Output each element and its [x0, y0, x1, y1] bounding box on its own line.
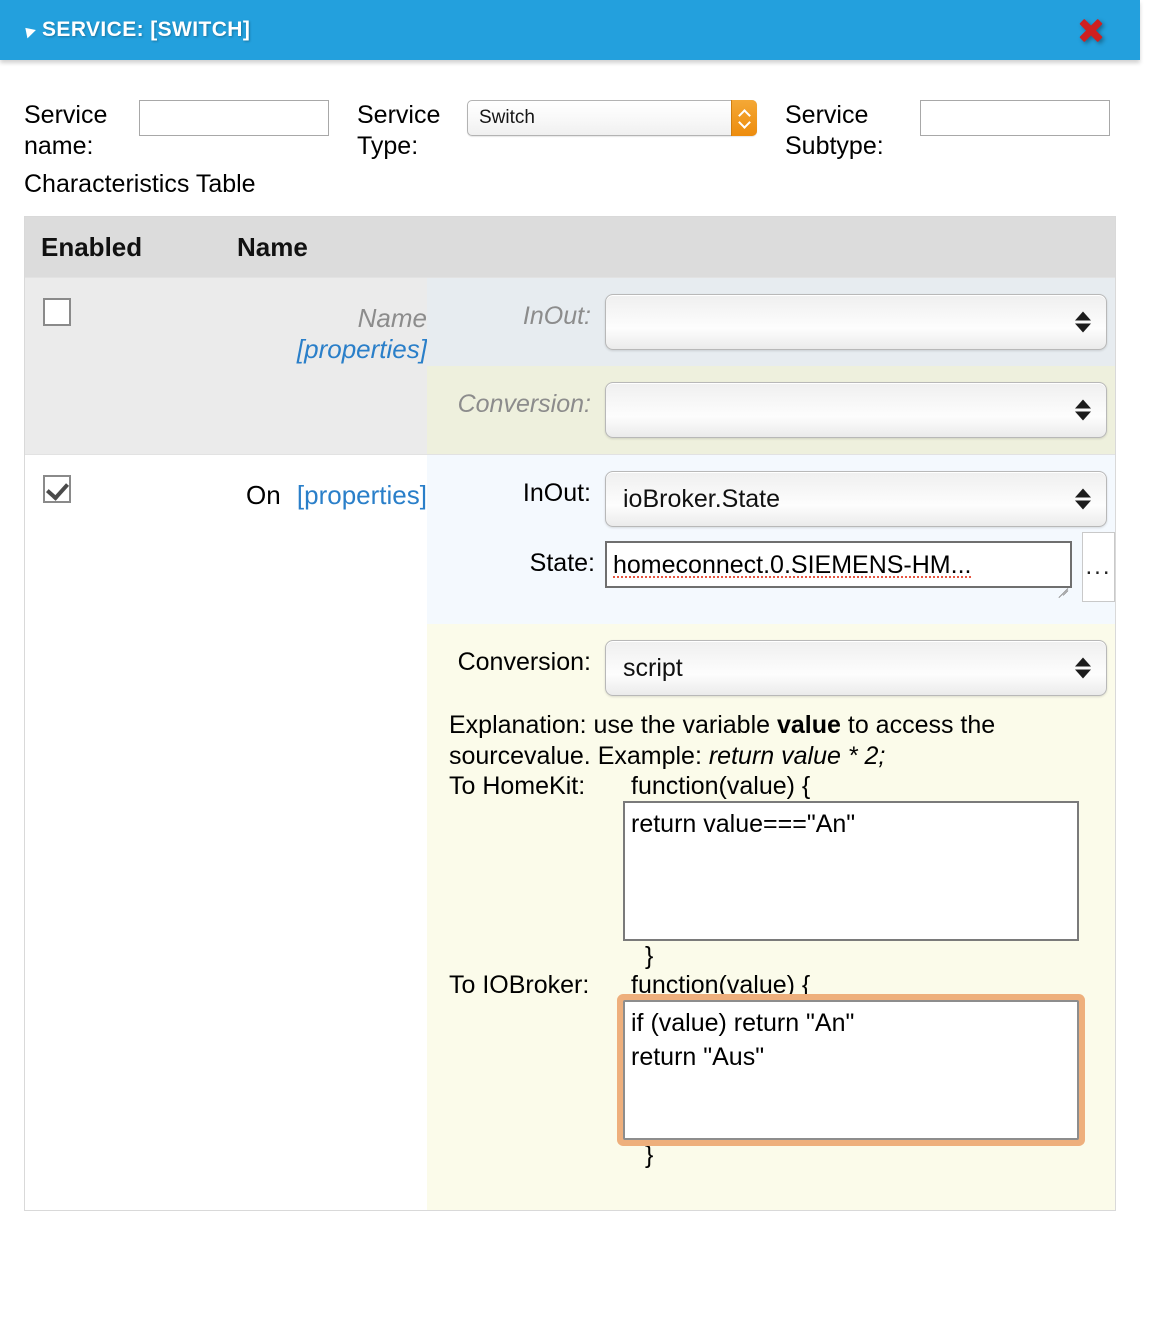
service-subtype-input[interactable] [920, 100, 1110, 136]
chevron-down-icon [739, 119, 750, 126]
column-header-enabled: Enabled [41, 231, 143, 262]
inout-block: InOut: ioBroker.State State: homeconnect… [427, 455, 1115, 624]
triangle-up-icon [1075, 311, 1091, 321]
to-iobroker-editor-wrap [427, 1000, 1101, 1140]
to-homekit-code-input[interactable] [623, 801, 1079, 941]
inout-stepper-icon[interactable] [1075, 311, 1091, 333]
row-enabled-cell [25, 278, 237, 454]
inout-value: ioBroker.State [623, 484, 781, 513]
row-enabled-checkbox[interactable] [43, 475, 71, 503]
conversion-select[interactable] [605, 382, 1107, 438]
row-properties-link[interactable]: [properties] [297, 480, 427, 510]
state-browse-button[interactable]: ... [1082, 532, 1115, 602]
explanation-example: return value * 2; [708, 742, 886, 770]
explanation-variable: value [777, 711, 841, 739]
state-row: State: ... [427, 531, 1115, 624]
service-type-select[interactable]: Switch [467, 100, 757, 136]
to-homekit-signature-line: To HomeKit: function(value) { [427, 772, 1101, 801]
inout-select[interactable]: ioBroker.State [605, 471, 1107, 527]
triangle-up-icon [1075, 399, 1091, 409]
row-name-cell: Name [properties] [237, 278, 427, 454]
row-name-cell: On [properties] [237, 455, 427, 1210]
conversion-select[interactable]: script [605, 640, 1107, 696]
to-iobroker-label: To IOBroker: [449, 971, 590, 999]
conversion-label: Conversion: [457, 390, 591, 418]
triangle-up-icon [1075, 657, 1091, 667]
to-homekit-closing-brace: } [645, 942, 654, 970]
service-type-value: Switch [479, 107, 535, 128]
triangle-down-icon [1075, 411, 1091, 421]
explanation-prefix: Explanation: use the variable [449, 711, 777, 739]
conversion-label: Conversion: [457, 648, 591, 676]
service-subtype-label: Service Subtype: [785, 101, 884, 160]
triangle-down-icon [1075, 500, 1091, 510]
state-input[interactable] [605, 541, 1072, 588]
titlebar-left-group[interactable]: SERVICE: [SWITCH] [0, 18, 1076, 42]
to-iobroker-signature-line: To IOBroker: function(value) { [427, 971, 1101, 1000]
characteristics-table: Enabled Name Name [properties] InOut: Co… [24, 216, 1116, 1211]
row-detail-cell: InOut: Conversion: [427, 278, 1115, 454]
row-name-label: On [246, 480, 281, 510]
close-x-icon[interactable] [1076, 15, 1106, 45]
service-titlebar: SERVICE: [SWITCH] [0, 0, 1140, 60]
row-enabled-cell [25, 455, 237, 1210]
service-form-row: Service name: Service Type: Switch Servi… [24, 100, 1124, 162]
to-homekit-signature: function(value) { [631, 772, 811, 800]
conversion-stepper-icon[interactable] [1075, 657, 1091, 679]
conversion-block: Conversion: script Explanation: use the … [427, 624, 1115, 1210]
triangle-down-icon [1075, 323, 1091, 333]
row-name-label: Name [357, 303, 427, 333]
script-editor: Explanation: use the variable value to a… [427, 698, 1115, 1210]
to-iobroker-code-input[interactable] [623, 1000, 1079, 1140]
triangle-down-icon [1075, 669, 1091, 679]
state-input-wrap [605, 541, 1072, 593]
inout-label: InOut: [522, 479, 591, 507]
table-header-row: Enabled Name [25, 217, 1115, 277]
script-explanation: Explanation: use the variable value to a… [427, 698, 1101, 772]
triangle-up-icon [1075, 488, 1091, 498]
column-header-name: Name [237, 231, 308, 262]
page-title: SERVICE: [SWITCH] [42, 18, 251, 41]
row-detail-cell: InOut: ioBroker.State State: homeconnect… [427, 455, 1115, 1210]
table-row: Name [properties] InOut: Conversion: [25, 277, 1115, 454]
inout-stepper-icon[interactable] [1075, 488, 1091, 510]
service-name-label: Service name: [24, 101, 108, 160]
service-type-label: Service Type: [357, 101, 441, 160]
service-type-stepper-icon[interactable] [731, 100, 757, 136]
conversion-value: script [623, 653, 683, 682]
to-homekit-label: To HomeKit: [449, 772, 586, 800]
to-iobroker-signature: function(value) { [631, 971, 811, 999]
inout-row: InOut: ioBroker.State [427, 455, 1115, 531]
table-row: On [properties] InOut: ioBroker.State St… [25, 454, 1115, 1210]
row-enabled-checkbox[interactable] [43, 298, 71, 326]
to-homekit-editor-wrap [427, 801, 1101, 941]
inout-select[interactable] [605, 294, 1107, 350]
service-name-input[interactable] [139, 100, 329, 136]
conversion-row: Conversion: script [427, 624, 1115, 698]
inout-label: InOut: [522, 302, 591, 330]
to-iobroker-closing-brace: } [645, 1141, 654, 1169]
conversion-block: Conversion: [427, 366, 1115, 454]
state-label: State: [529, 549, 595, 577]
inout-block: InOut: [427, 278, 1115, 366]
characteristics-table-caption: Characteristics Table [24, 170, 256, 198]
triangle-collapse-icon[interactable] [21, 23, 36, 39]
row-properties-link[interactable]: [properties] [297, 334, 427, 364]
conversion-stepper-icon[interactable] [1075, 399, 1091, 421]
